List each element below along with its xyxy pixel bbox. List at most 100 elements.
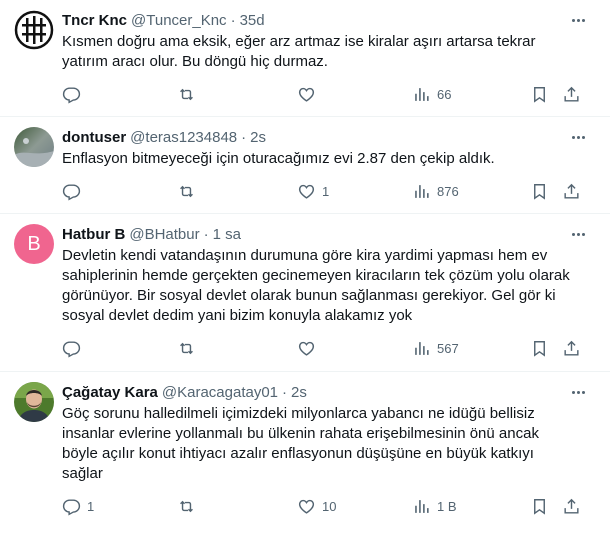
reply-button[interactable] — [62, 339, 87, 358]
tweet-text: Kısmen doğru ama eksik, eğer arz artmaz … — [62, 33, 536, 70]
bookmark-icon — [534, 183, 545, 200]
avatar-letter: B — [27, 232, 41, 255]
separator: · — [203, 225, 209, 243]
more-horizontal-icon[interactable] — [568, 226, 588, 242]
reply-icon — [62, 340, 81, 358]
avatar[interactable] — [14, 127, 54, 167]
separator: · — [241, 128, 247, 146]
share-icon — [564, 183, 579, 199]
separator: · — [282, 383, 288, 401]
reply-icon — [62, 498, 81, 516]
reply-icon — [62, 86, 81, 104]
tweet-header: Hatbur B @BHatbur · 1 sa — [62, 224, 594, 244]
reply-button[interactable] — [62, 182, 87, 201]
avatar[interactable]: B — [14, 224, 54, 264]
tweet-text: Enflasyon bitmeyeceği için oturacağımız … — [62, 150, 495, 167]
bookmark-button[interactable] — [530, 497, 549, 516]
avatar-photo-image — [14, 127, 54, 167]
timestamp[interactable]: 1 sa — [213, 226, 241, 243]
tweet-feed: Tncr Knc @Tuncer_Knc · 35d Kısmen doğru … — [0, 0, 610, 530]
like-button[interactable]: 10 — [297, 497, 336, 516]
avatar[interactable] — [14, 10, 54, 50]
view-count: 567 — [437, 340, 459, 356]
reply-icon — [62, 183, 81, 201]
retweet-button[interactable] — [177, 339, 202, 358]
tweet[interactable]: B Hatbur B @BHatbur · 1 sa Devletin kend… — [0, 214, 610, 372]
share-icon — [564, 86, 579, 102]
heart-icon — [298, 341, 315, 356]
like-count: 1 — [322, 183, 330, 199]
display-name[interactable]: dontuser — [62, 129, 126, 146]
avatar[interactable] — [14, 382, 54, 422]
retweet-icon — [180, 185, 193, 197]
share-button[interactable] — [562, 182, 581, 201]
retweet-icon — [180, 342, 193, 354]
like-count: 10 — [322, 498, 337, 514]
display-name[interactable]: Hatbur B — [62, 226, 125, 243]
user-handle[interactable]: @teras1234848 — [130, 129, 237, 146]
retweet-icon — [180, 88, 193, 100]
views-button[interactable]: 66 — [412, 85, 451, 104]
tweet-header: Çağatay Kara @Karacagatay01 · 2s — [62, 382, 594, 402]
like-button[interactable]: 1 — [297, 182, 329, 201]
avatar-logo-image — [14, 10, 54, 50]
share-icon — [564, 340, 579, 356]
tweet-actions: 1 10 1 B — [62, 494, 594, 528]
tweet-header: Tncr Knc @Tuncer_Knc · 35d — [62, 10, 594, 30]
views-chart-icon — [415, 87, 429, 101]
tweet-text: Devletin kendi vatandaşının durumuna gör… — [62, 247, 570, 324]
user-handle[interactable]: @BHatbur — [129, 226, 199, 243]
separator: · — [230, 11, 236, 29]
bookmark-button[interactable] — [530, 339, 549, 358]
tweet-text: Göç sorunu halledilmeli içimizdeki milyo… — [62, 405, 539, 482]
views-button[interactable]: 1 B — [412, 497, 457, 516]
tweet-actions: 66 — [62, 82, 594, 116]
timestamp[interactable]: 2s — [291, 384, 307, 401]
share-icon — [564, 498, 579, 514]
share-button[interactable] — [562, 497, 581, 516]
share-button[interactable] — [562, 339, 581, 358]
views-button[interactable]: 567 — [412, 339, 459, 358]
view-count: 66 — [437, 86, 452, 102]
like-button[interactable] — [297, 85, 322, 104]
view-count: 876 — [437, 183, 459, 199]
retweet-button[interactable] — [177, 497, 202, 516]
retweet-icon — [180, 500, 193, 512]
bookmark-icon — [534, 340, 545, 357]
avatar-photo-image — [14, 382, 54, 422]
more-horizontal-icon[interactable] — [568, 129, 588, 145]
reply-count: 1 — [87, 498, 95, 514]
user-handle[interactable]: @Tuncer_Knc — [131, 12, 227, 29]
tweet-header: dontuser @teras1234848 · 2s — [62, 127, 594, 147]
share-button[interactable] — [562, 85, 581, 104]
tweet-actions: 567 — [62, 336, 594, 370]
heart-icon — [298, 184, 315, 199]
more-horizontal-icon[interactable] — [568, 384, 588, 400]
reply-button[interactable]: 1 — [62, 497, 94, 516]
timestamp[interactable]: 2s — [250, 129, 266, 146]
bookmark-icon — [534, 86, 545, 103]
like-button[interactable] — [297, 339, 322, 358]
views-chart-icon — [415, 341, 429, 355]
tweet[interactable]: dontuser @teras1234848 · 2s Enflasyon bi… — [0, 117, 610, 214]
bookmark-icon — [534, 498, 545, 515]
retweet-button[interactable] — [177, 85, 202, 104]
tweet-actions: 1 876 — [62, 179, 594, 213]
view-count: 1 B — [437, 498, 457, 514]
timestamp[interactable]: 35d — [240, 12, 265, 29]
reply-button[interactable] — [62, 85, 87, 104]
display-name[interactable]: Çağatay Kara — [62, 384, 158, 401]
heart-icon — [298, 87, 315, 102]
bookmark-button[interactable] — [530, 182, 549, 201]
retweet-button[interactable] — [177, 182, 202, 201]
bookmark-button[interactable] — [530, 85, 549, 104]
tweet[interactable]: Tncr Knc @Tuncer_Knc · 35d Kısmen doğru … — [0, 0, 610, 117]
views-chart-icon — [415, 499, 429, 513]
user-handle[interactable]: @Karacagatay01 — [162, 384, 278, 401]
heart-icon — [298, 499, 315, 514]
display-name[interactable]: Tncr Knc — [62, 12, 127, 29]
tweet[interactable]: Çağatay Kara @Karacagatay01 · 2s Göç sor… — [0, 372, 610, 530]
views-chart-icon — [415, 184, 429, 198]
views-button[interactable]: 876 — [412, 182, 459, 201]
more-horizontal-icon[interactable] — [568, 12, 588, 28]
